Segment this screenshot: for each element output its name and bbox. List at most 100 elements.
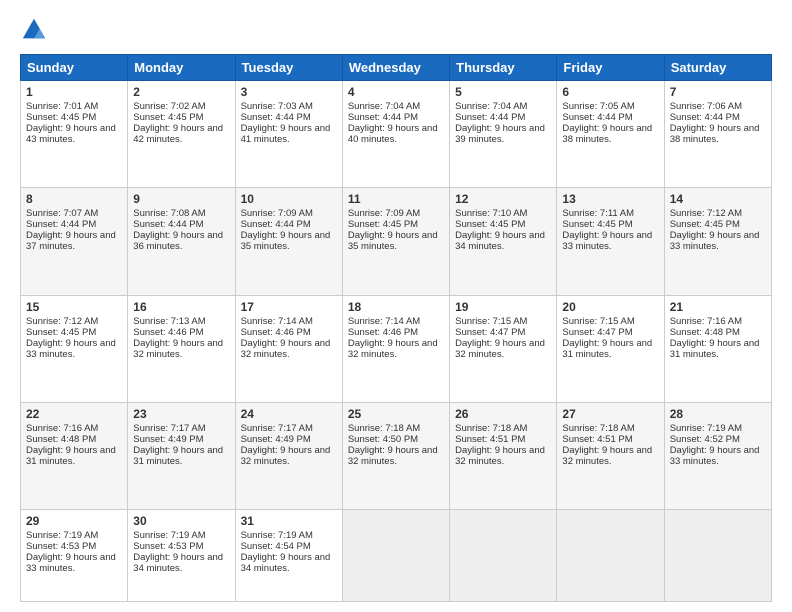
day-number: 9 [133, 192, 229, 206]
calendar-cell: 25Sunrise: 7:18 AMSunset: 4:50 PMDayligh… [342, 402, 449, 509]
sunrise: Sunrise: 7:19 AM [670, 423, 742, 434]
day-number: 23 [133, 407, 229, 421]
daylight-label: Daylight: 9 hours and 33 minutes. [26, 552, 116, 574]
daylight-label: Daylight: 9 hours and 31 minutes. [26, 445, 116, 467]
calendar-cell: 27Sunrise: 7:18 AMSunset: 4:51 PMDayligh… [557, 402, 664, 509]
sunrise: Sunrise: 7:10 AM [455, 208, 527, 219]
calendar-cell [342, 510, 449, 602]
daylight-label: Daylight: 9 hours and 34 minutes. [455, 230, 545, 252]
day-number: 21 [670, 300, 766, 314]
sunrise: Sunrise: 7:02 AM [133, 101, 205, 112]
sunrise: Sunrise: 7:09 AM [348, 208, 420, 219]
calendar-cell: 21Sunrise: 7:16 AMSunset: 4:48 PMDayligh… [664, 295, 771, 402]
sunset: Sunset: 4:44 PM [241, 112, 311, 123]
sunset: Sunset: 4:49 PM [133, 434, 203, 445]
day-number: 11 [348, 192, 444, 206]
daylight-label: Daylight: 9 hours and 39 minutes. [455, 123, 545, 145]
header [20, 16, 772, 44]
calendar-cell: 28Sunrise: 7:19 AMSunset: 4:52 PMDayligh… [664, 402, 771, 509]
sunrise: Sunrise: 7:14 AM [241, 316, 313, 327]
sunrise: Sunrise: 7:12 AM [670, 208, 742, 219]
daylight-label: Daylight: 9 hours and 35 minutes. [241, 230, 331, 252]
sunrise: Sunrise: 7:16 AM [670, 316, 742, 327]
sunset: Sunset: 4:44 PM [348, 112, 418, 123]
sunrise: Sunrise: 7:09 AM [241, 208, 313, 219]
day-header-sunday: Sunday [21, 55, 128, 81]
daylight-label: Daylight: 9 hours and 40 minutes. [348, 123, 438, 145]
sunrise: Sunrise: 7:15 AM [455, 316, 527, 327]
sunset: Sunset: 4:46 PM [133, 327, 203, 338]
sunrise: Sunrise: 7:07 AM [26, 208, 98, 219]
daylight-label: Daylight: 9 hours and 38 minutes. [562, 123, 652, 145]
calendar-table: SundayMondayTuesdayWednesdayThursdayFrid… [20, 54, 772, 602]
day-number: 22 [26, 407, 122, 421]
calendar-cell: 11Sunrise: 7:09 AMSunset: 4:45 PMDayligh… [342, 188, 449, 295]
sunrise: Sunrise: 7:04 AM [348, 101, 420, 112]
calendar-cell: 12Sunrise: 7:10 AMSunset: 4:45 PMDayligh… [450, 188, 557, 295]
calendar-cell: 16Sunrise: 7:13 AMSunset: 4:46 PMDayligh… [128, 295, 235, 402]
calendar-cell: 29 Sunrise: 7:19 AMSunset: 4:53 PMDayligh… [21, 510, 128, 602]
daylight-label: Daylight: 9 hours and 38 minutes. [670, 123, 760, 145]
day-number: 28 [670, 407, 766, 421]
daylight-label: Daylight: 9 hours and 32 minutes. [562, 445, 652, 467]
day-number: 15 [26, 300, 122, 314]
sunrise: Sunrise: 7:18 AM [455, 423, 527, 434]
sunrise: Sunrise: 7:04 AM [455, 101, 527, 112]
day-number: 29 [26, 514, 122, 528]
calendar-cell [664, 510, 771, 602]
calendar-cell: 4Sunrise: 7:04 AMSunset: 4:44 PMDaylight… [342, 81, 449, 188]
sunset: Sunset: 4:50 PM [348, 434, 418, 445]
sunrise: Sunrise: 7:11 AM [562, 208, 634, 219]
sunset: Sunset: 4:47 PM [455, 327, 525, 338]
calendar-cell: 3Sunrise: 7:03 AMSunset: 4:44 PMDaylight… [235, 81, 342, 188]
sunrise: Sunrise: 7:17 AM [133, 423, 205, 434]
day-number: 30 [133, 514, 229, 528]
day-header-monday: Monday [128, 55, 235, 81]
daylight-label: Daylight: 9 hours and 33 minutes. [670, 445, 760, 467]
day-number: 25 [348, 407, 444, 421]
sunset: Sunset: 4:44 PM [26, 219, 96, 230]
day-number: 14 [670, 192, 766, 206]
day-number: 24 [241, 407, 337, 421]
sunrise: Sunrise: 7:05 AM [562, 101, 634, 112]
daylight-label: Daylight: 9 hours and 35 minutes. [348, 230, 438, 252]
sunset: Sunset: 4:45 PM [26, 327, 96, 338]
sunset: Sunset: 4:47 PM [562, 327, 632, 338]
sunrise: Sunrise: 7:08 AM [133, 208, 205, 219]
sunset: Sunset: 4:51 PM [455, 434, 525, 445]
calendar-cell: 26Sunrise: 7:18 AMSunset: 4:51 PMDayligh… [450, 402, 557, 509]
day-header-saturday: Saturday [664, 55, 771, 81]
daylight-label: Daylight: 9 hours and 37 minutes. [26, 230, 116, 252]
day-header-thursday: Thursday [450, 55, 557, 81]
sunset: Sunset: 4:53 PM [26, 541, 96, 552]
sunset: Sunset: 4:45 PM [455, 219, 525, 230]
sunrise: Sunrise: 7:18 AM [562, 423, 634, 434]
logo-icon [20, 16, 48, 44]
sunrise: Sunrise: 7:18 AM [348, 423, 420, 434]
calendar-cell: 13Sunrise: 7:11 AMSunset: 4:45 PMDayligh… [557, 188, 664, 295]
day-number: 19 [455, 300, 551, 314]
calendar-cell [557, 510, 664, 602]
sunrise: Sunrise: 7:12 AM [26, 316, 98, 327]
calendar-cell [450, 510, 557, 602]
logo [20, 16, 54, 44]
daylight-label: Daylight: 9 hours and 33 minutes. [670, 230, 760, 252]
daylight-label: Daylight: 9 hours and 32 minutes. [455, 445, 545, 467]
day-number: 27 [562, 407, 658, 421]
sunrise: Sunrise: 7:14 AM [348, 316, 420, 327]
sunset: Sunset: 4:49 PM [241, 434, 311, 445]
daylight-label: Daylight: 9 hours and 32 minutes. [133, 338, 223, 360]
day-number: 5 [455, 85, 551, 99]
day-number: 1 [26, 85, 122, 99]
sunrise: Sunrise: 7:19 AM [26, 530, 98, 541]
daylight-label: Daylight: 9 hours and 31 minutes. [670, 338, 760, 360]
calendar-cell: 6Sunrise: 7:05 AMSunset: 4:44 PMDaylight… [557, 81, 664, 188]
calendar-cell: 22Sunrise: 7:16 AMSunset: 4:48 PMDayligh… [21, 402, 128, 509]
calendar-cell: 14Sunrise: 7:12 AMSunset: 4:45 PMDayligh… [664, 188, 771, 295]
sunset: Sunset: 4:46 PM [348, 327, 418, 338]
sunrise: Sunrise: 7:17 AM [241, 423, 313, 434]
sunrise: Sunrise: 7:16 AM [26, 423, 98, 434]
calendar-cell: 17Sunrise: 7:14 AMSunset: 4:46 PMDayligh… [235, 295, 342, 402]
daylight-label: Daylight: 9 hours and 31 minutes. [562, 338, 652, 360]
daylight-label: Daylight: 9 hours and 42 minutes. [133, 123, 223, 145]
